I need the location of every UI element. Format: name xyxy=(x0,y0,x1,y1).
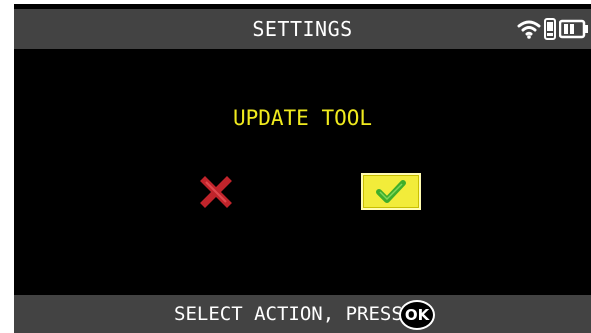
checkmark-icon xyxy=(376,179,406,203)
cross-icon xyxy=(200,176,232,208)
cancel-button[interactable] xyxy=(198,174,234,210)
header-bar: SETTINGS xyxy=(14,9,591,49)
ok-key-badge: OK xyxy=(399,300,435,330)
confirm-button[interactable] xyxy=(361,173,421,210)
dialog-title: UPDATE TOOL xyxy=(232,106,373,130)
status-icons xyxy=(517,15,589,43)
page-title: SETTINGS xyxy=(252,17,353,41)
footer-bar: SELECT ACTION, PRESS OK xyxy=(14,295,591,333)
footer-instruction: SELECT ACTION, PRESS xyxy=(174,303,403,325)
wifi-icon xyxy=(517,20,541,39)
device-screen: SETTINGS UPDATE TOOL SELECT ACTION, PRES… xyxy=(14,4,591,333)
phone-link-icon xyxy=(544,18,556,40)
battery-icon xyxy=(559,19,588,39)
